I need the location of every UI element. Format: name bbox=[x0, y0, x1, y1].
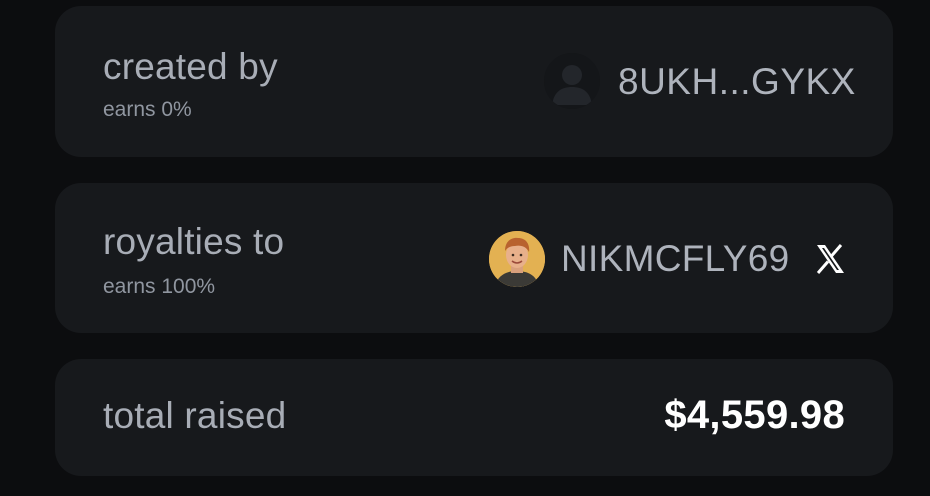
x-logo-icon[interactable] bbox=[813, 242, 847, 276]
royalty-recipient-avatar[interactable] bbox=[489, 231, 545, 287]
created-by-label: created by bbox=[103, 46, 278, 87]
total-raised-amount: $4,559.98 bbox=[664, 393, 845, 437]
default-user-icon[interactable] bbox=[544, 53, 600, 109]
creator-address-link[interactable]: 8UKH...GYKX bbox=[618, 61, 856, 103]
royalties-card: royalties to earns 100% NIKMCFLY69 bbox=[55, 183, 893, 333]
total-raised-card: total raised $4,559.98 bbox=[55, 359, 893, 476]
total-raised-label: total raised bbox=[103, 395, 287, 436]
royalties-earns-label: earns 100% bbox=[103, 275, 216, 298]
creator-earns-label: earns 0% bbox=[103, 98, 192, 121]
created-by-card: created by earns 0% 8UKH...GYKX bbox=[55, 6, 893, 157]
royalty-recipient-handle[interactable]: NIKMCFLY69 bbox=[561, 238, 790, 280]
royalties-to-label: royalties to bbox=[103, 221, 285, 262]
